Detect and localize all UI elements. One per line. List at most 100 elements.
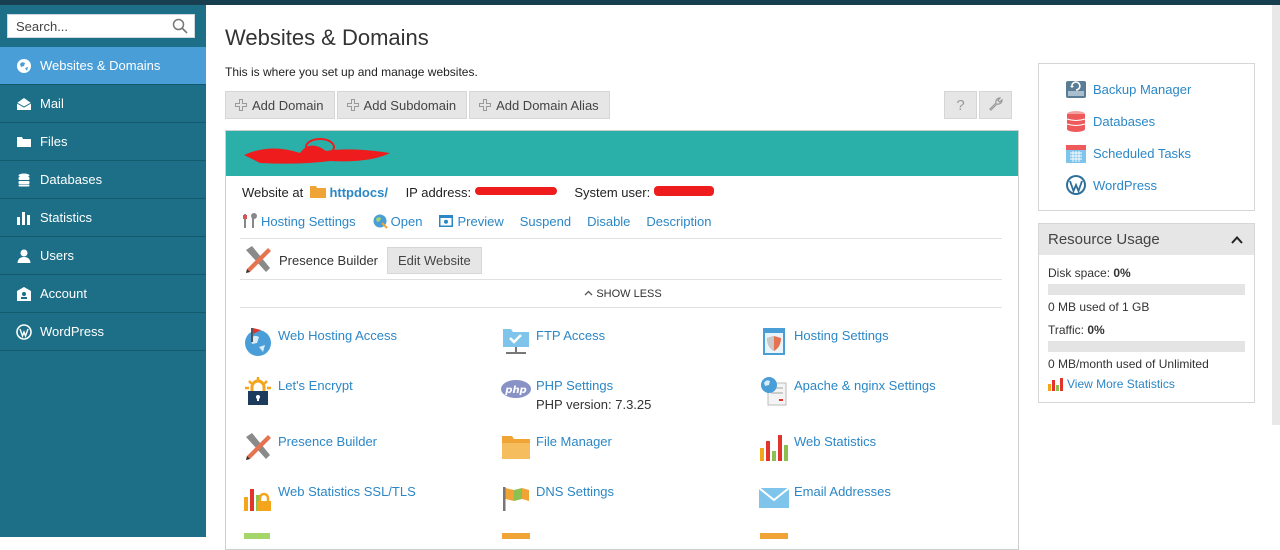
search-icon[interactable] (172, 18, 188, 34)
database-icon (16, 172, 32, 188)
search-box (7, 14, 195, 38)
help-button[interactable]: ? (944, 91, 977, 119)
page-title: Websites & Domains (225, 25, 429, 50)
sidebar-item-label: Users (40, 248, 74, 263)
backup-manager-link[interactable]: Backup Manager (1065, 78, 1191, 100)
plus-icon (235, 99, 247, 111)
sidebar-item-label: Databases (40, 172, 103, 187)
edit-website-button[interactable]: Edit Website (387, 246, 482, 274)
description-link[interactable]: Description (646, 214, 711, 229)
hosting-settings-icon (243, 213, 257, 228)
account-icon (16, 286, 32, 302)
tool-web-statistics-ssl[interactable]: Web Statistics SSL/TLS (242, 481, 416, 513)
tool-web-hosting-access[interactable]: Web Hosting Access (242, 325, 397, 357)
open-globe-icon (373, 214, 388, 229)
backup-manager-label: Backup Manager (1093, 81, 1192, 97)
lets-encrypt-icon (245, 377, 271, 405)
tool-label: Web Statistics SSL/TLS (278, 484, 416, 499)
add-domain-alias-button[interactable]: Add Domain Alias (469, 91, 610, 119)
description-label: Description (646, 213, 712, 229)
scheduled-tasks-label: Scheduled Tasks (1093, 145, 1192, 161)
presence-builder-icon (246, 433, 271, 460)
resource-usage-panel: Resource Usage Disk space: 0% 0 MB used … (1038, 223, 1255, 403)
hosting-settings-link[interactable]: Hosting Settings (242, 213, 356, 229)
website-at-label: Website at (242, 185, 304, 200)
hosting-settings-shield-icon (763, 328, 785, 355)
chevron-up-icon[interactable] (1230, 233, 1244, 247)
tool-label: FTP Access (536, 328, 606, 343)
scheduled-tasks-link[interactable]: Scheduled Tasks (1065, 142, 1191, 164)
sidebar-item-label: Statistics (40, 210, 93, 225)
sidebar-item-label: Mail (40, 96, 64, 111)
website-info-line: Website at httpdocs/ IP address: System … (242, 185, 714, 200)
backup-manager-icon (1066, 81, 1086, 98)
docroot-link[interactable]: httpdocs/ (329, 185, 388, 200)
file-manager-icon (502, 436, 530, 459)
sidebar-item-wordpress[interactable]: WordPress (0, 313, 206, 351)
tool-file-manager[interactable]: File Manager (500, 431, 612, 463)
presence-builder-row: Presence Builder Edit Website (242, 244, 482, 276)
suspend-link[interactable]: Suspend (520, 214, 571, 229)
presence-builder-icon (246, 246, 271, 273)
tool-label: PHP Settings (536, 378, 614, 393)
show-less-toggle[interactable]: SHOW LESS (226, 288, 1020, 300)
tool-dns-settings[interactable]: DNS Settings (500, 481, 614, 513)
disk-space-bar (1048, 284, 1245, 295)
page-description: This is where you set up and manage webs… (225, 65, 478, 79)
add-domain-button[interactable]: Add Domain (225, 91, 335, 119)
tool-ftp-access[interactable]: FTP Access (500, 325, 605, 357)
search-input[interactable] (8, 15, 176, 37)
disk-space-text: Disk space: 0% (1048, 266, 1131, 280)
sidebar-item-databases[interactable]: Databases (0, 161, 206, 199)
wordpress-link[interactable]: WordPress (1065, 174, 1157, 196)
preview-link[interactable]: Preview (438, 213, 504, 229)
preview-icon (439, 215, 454, 227)
databases-icon (1066, 111, 1086, 132)
settings-button[interactable] (979, 91, 1012, 119)
divider (240, 238, 1002, 239)
sidebar-item-websites-domains[interactable]: Websites & Domains (0, 47, 206, 85)
view-more-statistics-link[interactable]: View More Statistics (1048, 377, 1175, 391)
sidebar-item-statistics[interactable]: Statistics (0, 199, 206, 237)
add-subdomain-label: Add Subdomain (363, 97, 457, 113)
apache-nginx-icon (761, 377, 787, 406)
partial-tool-icon (244, 533, 270, 539)
show-less-label: SHOW LESS (596, 288, 662, 300)
plus-icon (479, 99, 492, 111)
add-subdomain-button[interactable]: Add Subdomain (336, 91, 468, 119)
domain-name-redaction (244, 138, 390, 164)
sidebar-item-files[interactable]: Files (0, 123, 206, 161)
add-domain-label: Add Domain (252, 97, 324, 113)
email-addresses-icon (758, 487, 790, 508)
sidebar-item-account[interactable]: Account (0, 275, 206, 313)
traffic-label: Traffic: (1048, 323, 1085, 337)
tool-apache-nginx-settings[interactable]: Apache & nginx Settings (758, 375, 936, 407)
tool-label: Web Statistics (794, 434, 877, 449)
sidebar-item-mail[interactable]: Mail (0, 85, 206, 123)
tool-php-settings[interactable]: php PHP Settings PHP version: 7.3.25 (500, 375, 651, 412)
dns-settings-icon (503, 487, 529, 511)
sidebar-item-users[interactable]: Users (0, 237, 206, 275)
tool-lets-encrypt[interactable]: Let's Encrypt (242, 375, 353, 407)
system-user-label: System user: (574, 185, 651, 200)
tool-presence-builder[interactable]: Presence Builder (242, 431, 377, 463)
tool-label: File Manager (536, 434, 612, 449)
disk-space-detail: 0 MB used of 1 GB (1048, 300, 1150, 314)
chevron-up-icon (584, 290, 593, 296)
sidebar-nav: Websites & Domains Mail Files Databases … (0, 47, 206, 351)
tool-label: Let's Encrypt (278, 378, 353, 393)
bar-chart-icon (16, 210, 32, 226)
tool-hosting-settings[interactable]: Hosting Settings (758, 325, 889, 357)
page-scrollbar[interactable] (1272, 5, 1280, 425)
partial-tool-icon (760, 533, 788, 539)
folder-icon (309, 186, 326, 198)
presence-builder-label: Presence Builder (279, 252, 378, 268)
tool-web-statistics[interactable]: Web Statistics (758, 431, 876, 463)
wordpress-icon (1066, 175, 1086, 195)
databases-link[interactable]: Databases (1065, 110, 1155, 132)
sidebar-item-label: Websites & Domains (40, 58, 161, 73)
suspend-label: Suspend (519, 213, 572, 229)
tool-email-addresses[interactable]: Email Addresses (758, 481, 891, 513)
disable-link[interactable]: Disable (587, 214, 630, 229)
open-link[interactable]: Open (372, 213, 422, 229)
